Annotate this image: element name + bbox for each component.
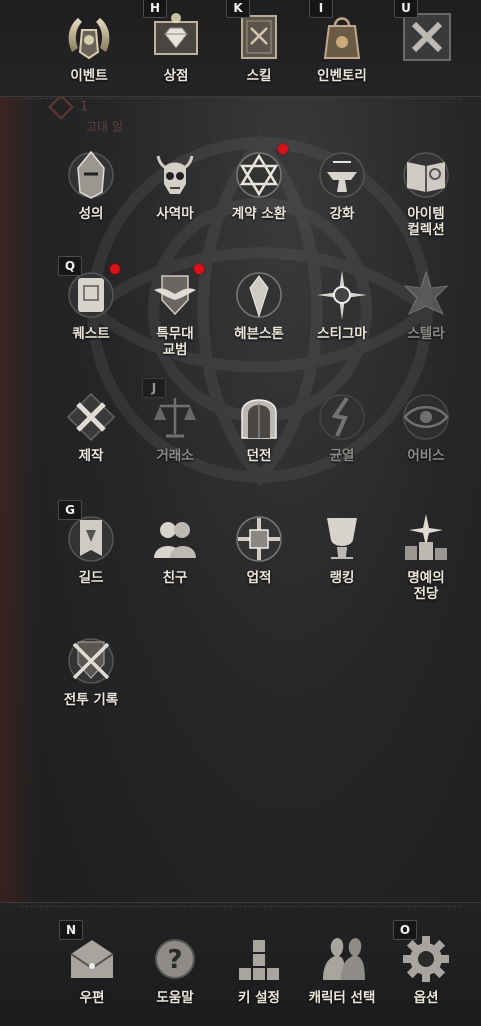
top-menu-skill[interactable]: K 스킬 bbox=[217, 0, 301, 84]
dungeon-gate-icon bbox=[232, 390, 286, 444]
top-menu-inventory[interactable]: I 인벤토리 bbox=[300, 0, 384, 84]
anvil-icon bbox=[315, 148, 369, 202]
bottom-menu-options[interactable]: O 옵션 bbox=[384, 920, 468, 1006]
inventory-bag-icon: I bbox=[309, 0, 369, 64]
friends-icon bbox=[148, 512, 202, 566]
hotkey-badge: U bbox=[394, 0, 418, 18]
top-menu-event[interactable]: 이벤트 bbox=[47, 10, 131, 84]
hotkey-badge: I bbox=[309, 0, 333, 18]
menu-item-exchange[interactable]: J 거래소 bbox=[133, 378, 217, 464]
hotkey-badge: J bbox=[142, 378, 166, 398]
menu-item-familiar[interactable]: 사역마 bbox=[133, 148, 217, 222]
hammer-icon bbox=[64, 390, 118, 444]
notification-dot bbox=[278, 144, 288, 154]
heavenstone-icon bbox=[232, 268, 286, 322]
hotkey-badge: H bbox=[143, 0, 167, 18]
background-quest-tracker: 1 고대 일 bbox=[48, 94, 123, 134]
menu-item-seongui[interactable]: 성의 bbox=[49, 148, 133, 222]
top-menu-label: 스킬 bbox=[246, 68, 272, 84]
top-menu-label: 상점 bbox=[163, 68, 189, 84]
hotkey-badge: O bbox=[393, 920, 417, 940]
event-laurel-icon bbox=[62, 10, 116, 64]
menu-item-ranking[interactable]: 랭킹 bbox=[300, 512, 384, 586]
hexagram-icon bbox=[232, 144, 288, 202]
horned-skull-icon bbox=[148, 148, 202, 202]
menu-item-achievement[interactable]: 업적 bbox=[217, 512, 301, 586]
menu-item-stella[interactable]: 스텔라 bbox=[384, 268, 468, 342]
bottom-menu-key-settings[interactable]: 키 설정 bbox=[217, 932, 301, 1006]
menu-item-quest[interactable]: Q 퀘스트 bbox=[49, 256, 133, 342]
svg-text:?: ? bbox=[167, 945, 182, 975]
stella-icon bbox=[399, 268, 453, 322]
winged-shield-icon bbox=[148, 264, 204, 322]
menu-item-abyss[interactable]: 어비스 bbox=[384, 390, 468, 464]
hotkey-badge: K bbox=[226, 0, 250, 18]
hotkey-badge: N bbox=[59, 920, 83, 940]
skill-book-icon: K bbox=[226, 0, 286, 64]
menu-item-guild[interactable]: G 길드 bbox=[49, 500, 133, 586]
menu-item-stigma[interactable]: 스티그마 bbox=[300, 268, 384, 342]
menu-item-enhance[interactable]: 강화 bbox=[300, 148, 384, 222]
left-edge-glow bbox=[0, 0, 40, 1025]
help-icon: ? bbox=[148, 932, 202, 986]
menu-item-hall-of-fame[interactable]: 명예의 전당 bbox=[384, 512, 468, 602]
menu-item-special-forces-manual[interactable]: 특무대 교범 bbox=[133, 264, 217, 358]
menu-item-heavenstone[interactable]: 헤븐스톤 bbox=[217, 268, 301, 342]
menu-item-contract-summon[interactable]: 계약 소환 bbox=[217, 144, 301, 222]
hotkey-badge: G bbox=[58, 500, 82, 520]
top-menu-shop[interactable]: H 상점 bbox=[134, 0, 218, 84]
rift-icon bbox=[315, 390, 369, 444]
notification-dot bbox=[194, 264, 204, 274]
quest-scroll-icon: Q bbox=[58, 256, 120, 322]
top-menu-label: 인벤토리 bbox=[317, 68, 367, 84]
menu-item-dungeon[interactable]: 던전 bbox=[217, 390, 301, 464]
bottom-menu-mail[interactable]: N 우편 bbox=[50, 920, 134, 1006]
collection-book-icon bbox=[399, 148, 453, 202]
stigma-icon bbox=[315, 268, 369, 322]
trophy-icon bbox=[315, 512, 369, 566]
scales-icon: J bbox=[142, 378, 202, 444]
mail-icon: N bbox=[59, 920, 119, 986]
key-settings-icon bbox=[232, 932, 286, 986]
achievement-icon bbox=[232, 512, 286, 566]
menu-item-rift[interactable]: 균열 bbox=[300, 390, 384, 464]
close-menu-icon: U bbox=[394, 0, 454, 64]
character-select-icon bbox=[315, 932, 369, 986]
bottom-menu-help[interactable]: ? 도움말 bbox=[133, 932, 217, 1006]
helmet-icon bbox=[64, 148, 118, 202]
bottom-menu-character-select[interactable]: 캐릭터 선택 bbox=[300, 932, 384, 1006]
menu-item-crafting[interactable]: 제작 bbox=[49, 390, 133, 464]
abyss-eye-icon bbox=[399, 390, 453, 444]
gear-icon: O bbox=[393, 920, 453, 986]
top-menu-close[interactable]: U bbox=[385, 0, 469, 64]
menu-item-item-collection[interactable]: 아이템 컬렉션 bbox=[384, 148, 468, 238]
hall-of-fame-icon bbox=[399, 512, 453, 566]
crossed-swords-icon bbox=[64, 634, 118, 688]
menu-item-friends[interactable]: 친구 bbox=[133, 512, 217, 586]
top-menu-label: 이벤트 bbox=[70, 68, 108, 84]
notification-dot bbox=[110, 264, 120, 274]
menu-item-battle-record[interactable]: 전투 기록 bbox=[49, 634, 133, 708]
hotkey-badge: Q bbox=[58, 256, 82, 276]
guild-banner-icon: G bbox=[58, 500, 118, 566]
shop-diamond-icon: H bbox=[143, 0, 203, 64]
